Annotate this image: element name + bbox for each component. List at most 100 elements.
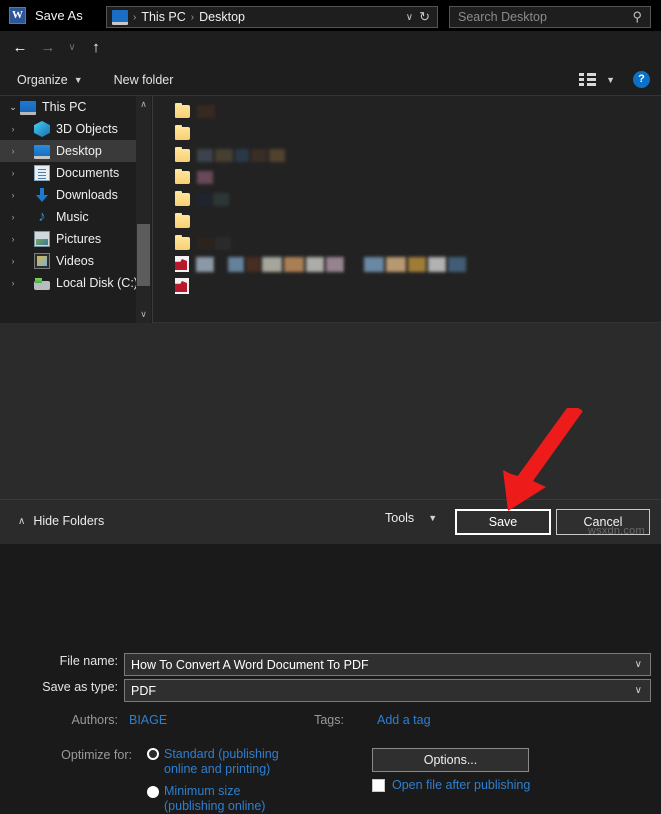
chevron-down-icon: ▼ (428, 513, 437, 523)
sidebar-item-pictures[interactable]: › Pictures (0, 228, 136, 250)
tools-label: Tools (385, 511, 414, 525)
up-button[interactable]: ↑ (82, 34, 110, 62)
file-list[interactable] (153, 96, 661, 323)
chevron-right-icon[interactable]: › (6, 168, 20, 178)
file-list-item[interactable] (175, 144, 285, 166)
chevron-right-icon[interactable]: › (6, 124, 20, 134)
sidebar-item-music[interactable]: ›♪Music (0, 206, 136, 228)
pictures-icon (34, 231, 50, 247)
radio-minimum-size-line1: Minimum size (164, 784, 240, 798)
scroll-up-button[interactable]: ∧ (136, 96, 151, 113)
add-a-tag-link[interactable]: Add a tag (377, 713, 431, 727)
view-mode-icon[interactable] (579, 73, 596, 86)
redacted-block (346, 257, 362, 272)
breadcrumb-separator: › (133, 12, 136, 23)
pdf-icon (175, 278, 189, 294)
options-button[interactable]: Options... (372, 748, 529, 772)
chevron-down-icon[interactable]: ∨ (635, 685, 642, 696)
authors-label: Authors: (14, 713, 118, 727)
file-list-item[interactable] (175, 275, 194, 297)
redacted-block (306, 257, 324, 272)
browser-area: ⌄This PC›3D Objects›Desktop›Documents›Do… (0, 96, 661, 323)
refresh-icon[interactable]: ↻ (419, 9, 437, 25)
save-as-type-field[interactable]: PDF ∨ (124, 679, 651, 702)
file-list-item[interactable] (175, 253, 466, 275)
search-box[interactable]: Search Desktop ⚲ (449, 6, 651, 28)
radio-standard-indicator[interactable] (147, 748, 159, 760)
sidebar-item-3d-objects[interactable]: ›3D Objects (0, 118, 136, 140)
sidebar-item-videos[interactable]: › Videos (0, 250, 136, 272)
sidebar-item-desktop[interactable]: › Desktop (0, 140, 136, 162)
redacted-block (448, 257, 466, 272)
chevron-right-icon[interactable]: › (6, 234, 20, 244)
save-as-type-label: Save as type: (14, 680, 118, 694)
sidebar-item-label: Videos (56, 254, 94, 268)
chevron-right-icon[interactable]: › (6, 212, 20, 222)
search-input[interactable]: Search Desktop (458, 10, 547, 24)
sidebar-item-label: This PC (42, 100, 86, 114)
radio-minimum-size-indicator[interactable] (147, 786, 159, 798)
tags-label: Tags: (280, 713, 344, 727)
save-button[interactable]: Save (455, 509, 551, 535)
breadcrumb-desktop[interactable]: Desktop (199, 10, 245, 24)
sidebar-item-documents[interactable]: ›Documents (0, 162, 136, 184)
sidebar-item-this-pc[interactable]: ⌄ This PC (0, 96, 136, 118)
address-dropdown-icon[interactable]: ∨ (400, 12, 419, 23)
desktop-icon (34, 145, 50, 159)
sidebar-item-downloads[interactable]: › Downloads (0, 184, 136, 206)
pdf-icon (175, 256, 189, 272)
file-name-redacted (195, 237, 231, 250)
breadcrumb-this-pc[interactable]: This PC (141, 10, 185, 24)
chevron-down-icon[interactable]: ⌄ (6, 102, 20, 113)
radio-standard-label[interactable]: Standard (publishing online and printing… (164, 747, 324, 777)
file-list-item[interactable] (175, 100, 215, 122)
chevron-down-icon: ▼ (74, 75, 83, 85)
save-as-dialog: W Save As ✕ ← → ∨ ↑ › This PC › Desktop … (0, 0, 661, 544)
radio-minimum-size[interactable] (147, 786, 159, 801)
redacted-block (197, 237, 213, 250)
address-bar[interactable]: › This PC › Desktop ∨ ↻ (106, 6, 438, 28)
authors-value[interactable]: BIAGE (129, 713, 167, 727)
back-button[interactable]: ← (6, 34, 34, 62)
open-after-publish-label[interactable]: Open file after publishing (392, 778, 530, 792)
chevron-down-icon[interactable]: ∨ (635, 659, 642, 670)
folder-icon (175, 193, 190, 206)
file-list-item[interactable] (175, 188, 229, 210)
forward-button[interactable]: → (34, 34, 62, 62)
tree-scrollbar[interactable]: ∧ ∨ (136, 96, 151, 323)
hide-folders-label: Hide Folders (33, 514, 104, 528)
organize-button[interactable]: Organize ▼ (11, 64, 89, 95)
file-list-item[interactable] (175, 210, 195, 232)
chevron-right-icon[interactable]: › (6, 146, 20, 156)
file-name-field[interactable]: How To Convert A Word Document To PDF ∨ (124, 653, 651, 676)
redacted-block (215, 149, 233, 162)
file-list-item[interactable] (175, 122, 195, 144)
recent-locations-button[interactable]: ∨ (62, 34, 82, 62)
file-name-redacted (195, 149, 285, 162)
file-name-redacted (195, 193, 229, 206)
save-as-type-value[interactable]: PDF (131, 684, 156, 698)
view-mode-chevron-down-icon[interactable]: ▼ (606, 75, 615, 85)
new-folder-button[interactable]: New folder (108, 64, 180, 95)
radio-minimum-size-label[interactable]: Minimum size (publishing online) (164, 784, 324, 814)
hide-folders-button[interactable]: ∧ Hide Folders (18, 514, 104, 528)
scroll-down-button[interactable]: ∨ (136, 306, 151, 323)
open-after-publish-checkbox[interactable] (372, 779, 385, 792)
word-icon: W (9, 7, 26, 24)
file-list-item[interactable] (175, 166, 213, 188)
sidebar-item-label: Downloads (56, 188, 118, 202)
sidebar-item-label: Desktop (56, 144, 102, 158)
tools-button[interactable]: Tools ▼ (385, 511, 437, 525)
chevron-right-icon[interactable]: › (6, 278, 20, 288)
radio-standard[interactable] (147, 748, 159, 763)
file-list-item[interactable] (175, 232, 231, 254)
redacted-block (197, 171, 213, 184)
chevron-right-icon[interactable]: › (6, 256, 20, 266)
help-button[interactable]: ? (633, 71, 650, 88)
file-name-value[interactable]: How To Convert A Word Document To PDF (131, 658, 369, 672)
chevron-right-icon[interactable]: › (6, 190, 20, 200)
sidebar-item-local-disk-c[interactable]: ›Local Disk (C:) (0, 272, 136, 294)
this-pc-icon (112, 10, 128, 25)
scrollbar-thumb[interactable] (137, 224, 150, 286)
sidebar-item-label: Pictures (56, 232, 101, 246)
